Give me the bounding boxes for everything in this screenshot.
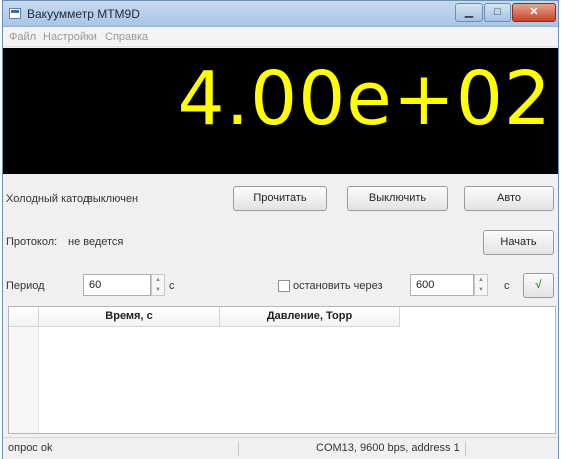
row-header-corner — [9, 307, 39, 327]
period-label: Период — [6, 280, 45, 292]
status-separator — [465, 441, 466, 456]
app-icon — [9, 8, 21, 19]
column-header-time[interactable]: Время, с — [39, 307, 220, 327]
menu-file[interactable]: Файл — [9, 31, 36, 43]
protocol-state: не ведется — [68, 236, 124, 248]
stop-after-spinner[interactable]: ▲ ▼ — [474, 274, 488, 296]
period-unit: с — [169, 280, 175, 292]
close-button[interactable]: ✕ — [512, 3, 556, 22]
stop-after-label: остановить через — [293, 280, 383, 292]
period-input[interactable]: 60 — [83, 274, 151, 296]
app-window: Вакуумметр МТМ9D ▁ □ ✕ Файл Настройки Сп… — [2, 0, 559, 459]
cathode-off-button[interactable]: Выключить — [347, 186, 448, 211]
cathode-label: Холодный катод: — [6, 193, 93, 205]
cathode-state: выключен — [87, 193, 139, 205]
stop-after-input[interactable]: 600 — [410, 274, 474, 296]
start-protocol-button[interactable]: Начать — [483, 230, 554, 255]
maximize-button[interactable]: □ — [484, 3, 511, 22]
spin-down-icon[interactable]: ▼ — [475, 285, 487, 295]
title-bar[interactable]: Вакуумметр МТМ9D ▁ □ ✕ — [3, 1, 558, 27]
stop-after-checkbox[interactable] — [278, 280, 290, 292]
pressure-display: 4.00e+02 — [3, 48, 558, 174]
protocol-label: Протокол: — [6, 236, 58, 248]
menu-help[interactable]: Справка — [105, 31, 148, 43]
auto-button[interactable]: Авто — [464, 186, 554, 211]
minimize-button[interactable]: ▁ — [455, 3, 483, 22]
data-table[interactable]: Время, с Давление, Торр — [8, 306, 556, 434]
stop-after-unit: с — [504, 280, 510, 292]
status-poll: опрос ok — [8, 442, 53, 454]
column-header-pressure[interactable]: Давление, Торр — [220, 307, 400, 327]
status-bar: опрос ok COM13, 9600 bps, address 1 — [3, 437, 558, 459]
read-button[interactable]: Прочитать — [233, 186, 327, 211]
status-connection: COM13, 9600 bps, address 1 — [316, 442, 460, 454]
period-spinner[interactable]: ▲ ▼ — [151, 274, 165, 296]
menu-bar: Файл Настройки Справка — [3, 27, 558, 47]
status-separator — [238, 441, 239, 456]
row-header-strip — [9, 327, 39, 433]
menu-settings[interactable]: Настройки — [43, 31, 97, 43]
window-title: Вакуумметр МТМ9D — [27, 7, 140, 21]
spin-up-icon[interactable]: ▲ — [152, 275, 164, 285]
spin-up-icon[interactable]: ▲ — [475, 275, 487, 285]
apply-button[interactable]: √ — [523, 273, 554, 298]
pressure-value: 4.00e+02 — [177, 56, 552, 142]
spin-down-icon[interactable]: ▼ — [152, 285, 164, 295]
